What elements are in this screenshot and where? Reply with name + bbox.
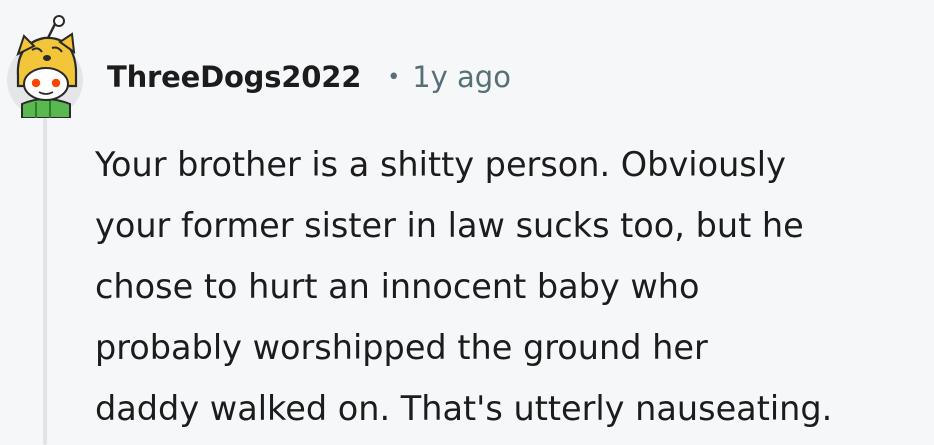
thread-line[interactable] [43,118,47,445]
snoo-avatar-dog-hat-icon [7,15,83,119]
comment-body-line: Your brother is a shitty person. Obvious… [95,145,786,184]
comment-body-line: your former sister in law sucks too, but… [95,206,804,245]
comment-body: Your brother is a shitty person. Obvious… [95,134,925,439]
comment: ThreeDogs2022 • 1y ago Your brother is a… [0,0,934,445]
avatar[interactable] [4,14,90,119]
comment-body-line: daddy walked on. That's utterly nauseati… [95,389,833,428]
comment-body-line: chose to hurt an innocent baby who [95,267,700,306]
comment-timestamp[interactable]: 1y ago [412,60,511,94]
meta-separator: • [387,64,401,90]
comment-body-line: probably worshipped the ground her [95,328,708,367]
comment-header: ThreeDogs2022 • 1y ago [107,52,511,102]
author-username[interactable]: ThreeDogs2022 [107,60,361,94]
